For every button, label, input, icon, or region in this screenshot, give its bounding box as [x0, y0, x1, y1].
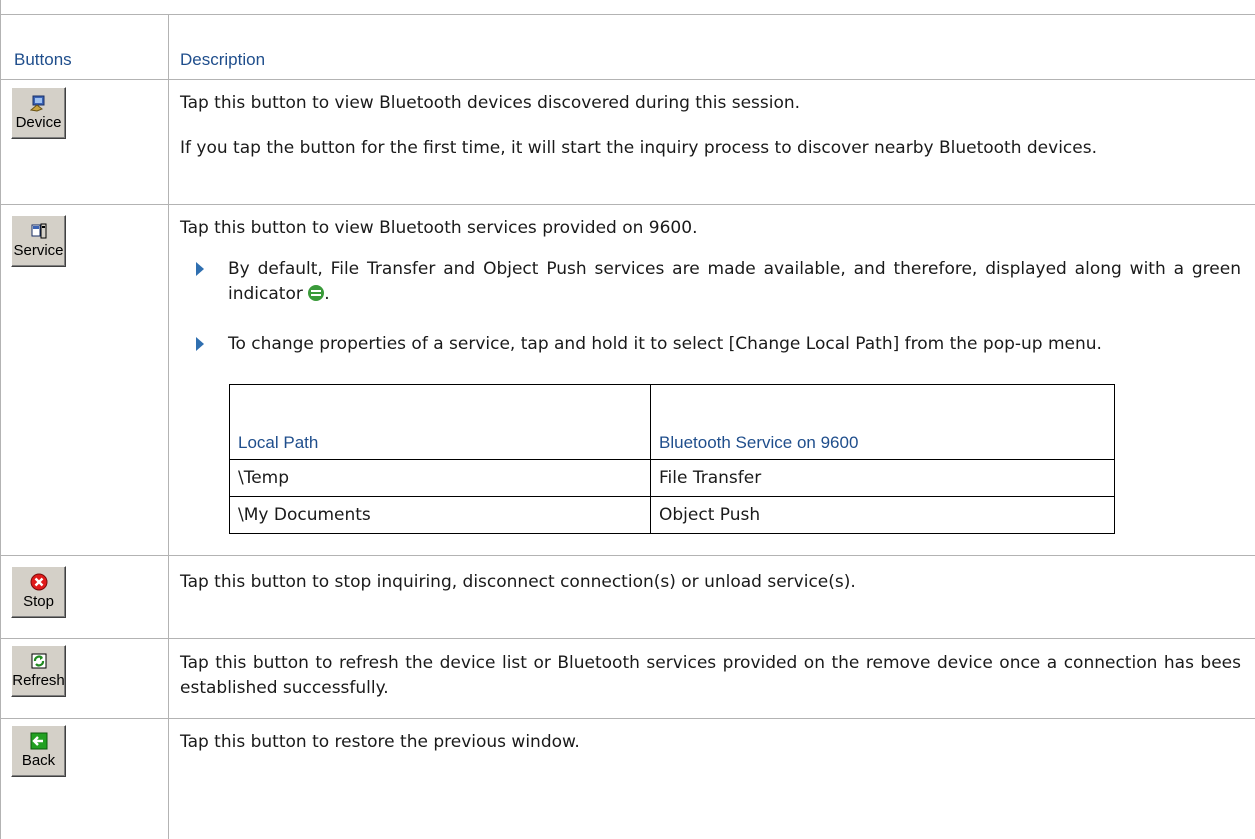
stop-button[interactable]: Stop: [11, 566, 66, 618]
table-top-border: [0, 14, 1255, 15]
device-description-1: Tap this button to view Bluetooth device…: [180, 93, 801, 113]
bluetooth-service-header: Bluetooth Service on 9600: [650, 384, 1115, 460]
service-cell: Object Push: [650, 496, 1115, 534]
back-icon: [30, 732, 48, 750]
stop-description: Tap this button to stop inquiring, disco…: [180, 572, 856, 592]
table-row: \My Documents Object Push: [229, 496, 1115, 534]
service-button[interactable]: Service: [11, 215, 66, 267]
bullet-arrow-icon: [196, 336, 206, 352]
service-icon: [30, 222, 48, 240]
device-description-2: If you tap the button for the first time…: [180, 138, 1097, 158]
refresh-button[interactable]: Refresh: [11, 645, 66, 697]
row-divider: [0, 555, 1255, 556]
row-divider: [0, 204, 1255, 205]
table-row: \Temp File Transfer: [229, 459, 1115, 497]
local-path-cell: \Temp: [229, 459, 651, 497]
green-indicator-icon: [308, 285, 325, 301]
service-description: Tap this button to view Bluetooth servic…: [180, 218, 698, 238]
stop-icon: [30, 573, 48, 591]
row-divider: [0, 79, 1255, 80]
refresh-icon: [30, 652, 48, 670]
column-header-description: Description: [180, 50, 266, 69]
local-path-table: Local Path Bluetooth Service on 9600 \Te…: [229, 384, 1115, 534]
bullet-arrow-icon: [196, 261, 206, 277]
column-divider: [168, 14, 169, 839]
row-divider: [0, 718, 1255, 719]
device-button[interactable]: Device: [11, 87, 66, 139]
service-bullet-1: By default, File Transfer and Object Pus…: [228, 259, 1241, 304]
local-path-header: Local Path: [229, 384, 651, 460]
back-button[interactable]: Back: [11, 725, 66, 777]
refresh-description: Tap this button to refresh the device li…: [180, 653, 1241, 698]
service-cell: File Transfer: [650, 459, 1115, 497]
local-path-cell: \My Documents: [229, 496, 651, 534]
device-icon: [29, 94, 48, 112]
service-bullet-2: To change properties of a service, tap a…: [228, 334, 1102, 354]
table-left-border: [0, 0, 1, 839]
row-divider: [0, 638, 1255, 639]
column-header-buttons: Buttons: [14, 50, 72, 69]
back-description: Tap this button to restore the previous …: [180, 732, 580, 752]
